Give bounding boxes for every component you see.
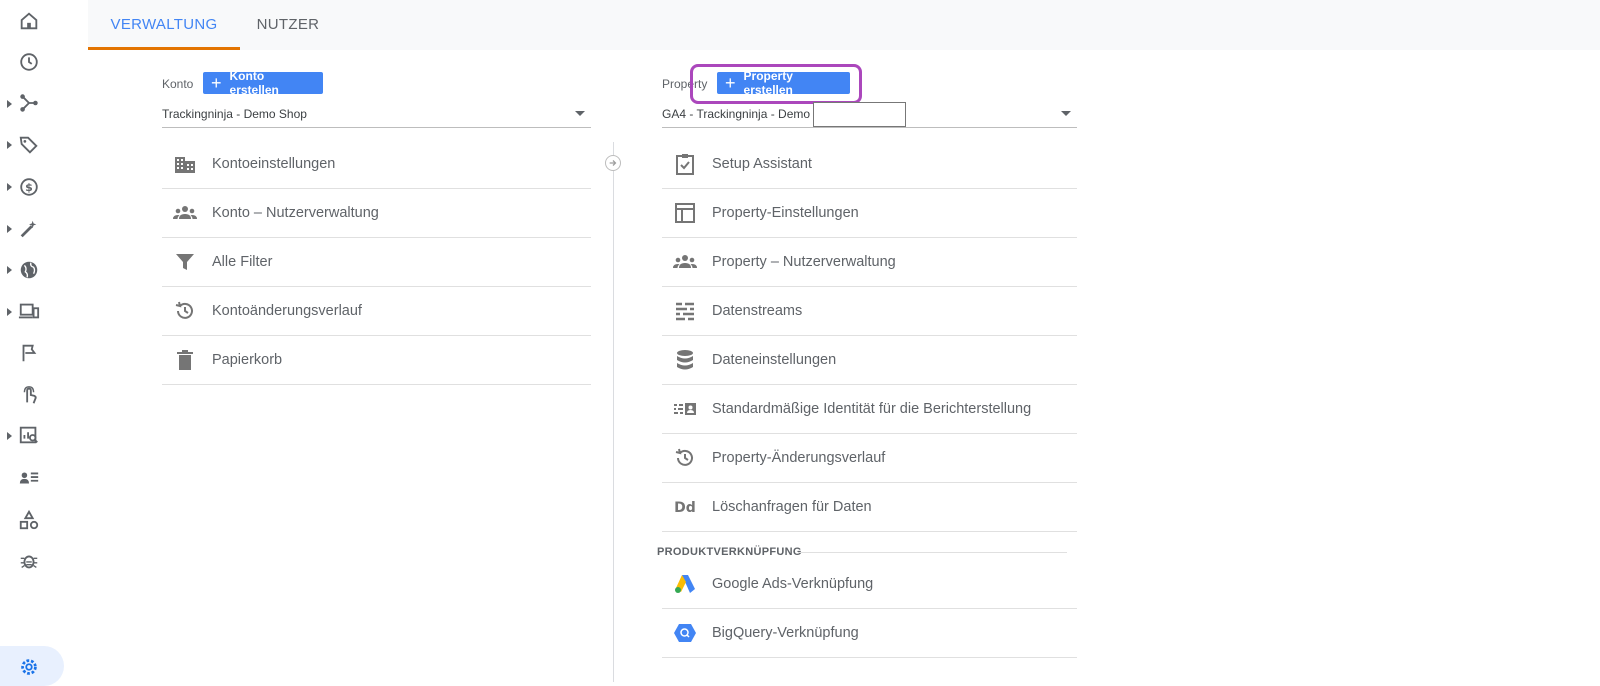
tab-nutzer[interactable]: NUTZER — [240, 0, 336, 50]
admin-content: Konto + Konto erstellen Trackingninja - … — [88, 50, 1600, 682]
menu-item-datenstreams[interactable]: Datenstreams — [662, 287, 1077, 336]
identity-icon — [670, 397, 700, 421]
menu-item-bigquery-verknuepfung[interactable]: BigQuery-Verknüpfung — [662, 609, 1077, 658]
menu-item-setup-assistant[interactable]: Setup Assistant — [662, 140, 1077, 189]
caret-right-icon[interactable] — [7, 100, 12, 108]
arrow-right-icon — [605, 155, 621, 171]
clipboard-check-icon — [670, 152, 700, 176]
account-selector[interactable]: Trackingninja - Demo Shop — [162, 101, 591, 128]
caret-right-icon[interactable] — [7, 266, 12, 274]
tag-icon[interactable] — [18, 134, 42, 158]
section-heading-produktverknuepfung: PRODUKTVERKNÜPFUNG — [657, 546, 802, 558]
plus-icon: + — [211, 73, 222, 93]
tab-verwaltung[interactable]: VERWALTUNG — [88, 0, 240, 50]
section-divider — [798, 552, 1067, 553]
clock-icon[interactable] — [18, 51, 42, 75]
magic-wand-icon[interactable] — [18, 218, 42, 242]
menu-item-label: Papierkorb — [212, 352, 283, 368]
caret-right-icon[interactable] — [7, 308, 12, 316]
touch-icon[interactable] — [18, 384, 42, 408]
menu-item-kontoeinstellungen[interactable]: Kontoeinstellungen — [162, 140, 591, 189]
account-selector-value: Trackingninja - Demo Shop — [162, 107, 307, 121]
menu-item-google-ads-verknuepfung[interactable]: Google Ads-Verknüpfung — [662, 560, 1077, 609]
menu-item-label: Datenstreams — [712, 303, 803, 319]
menu-item-label: Dateneinstellungen — [712, 352, 837, 368]
shapes-icon[interactable] — [18, 509, 42, 533]
dropdown-arrow-icon — [1061, 111, 1071, 116]
menu-item-label: Setup Assistant — [712, 156, 812, 172]
overlay-box — [813, 102, 906, 127]
side-navigation: $ — [0, 0, 88, 686]
menu-item-alle-filter[interactable]: Alle Filter — [162, 238, 591, 287]
streams-icon — [670, 299, 700, 323]
menu-item-label: BigQuery-Verknüpfung — [712, 625, 859, 641]
layout-icon — [670, 201, 700, 225]
menu-item-property-nutzerverwaltung[interactable]: Property – Nutzerverwaltung — [662, 238, 1077, 287]
caret-right-icon[interactable] — [7, 141, 12, 149]
menu-item-label: Alle Filter — [212, 254, 273, 270]
menu-item-label: Google Ads-Verknüpfung — [712, 576, 874, 592]
filter-icon — [170, 250, 200, 274]
caret-right-icon[interactable] — [7, 432, 12, 440]
account-column-label: Konto — [162, 77, 194, 91]
menu-item-label: Konto – Nutzerverwaltung — [212, 205, 379, 221]
svg-text:$: $ — [25, 181, 33, 194]
devices-icon[interactable] — [18, 300, 42, 324]
dd-icon: Dd — [670, 495, 700, 519]
svg-text:Dd: Dd — [674, 500, 696, 516]
google-ads-icon — [670, 572, 700, 596]
bug-icon[interactable] — [18, 550, 42, 574]
bigquery-icon — [670, 621, 700, 645]
menu-item-papierkorb[interactable]: Papierkorb — [162, 336, 591, 385]
admin-tab-bar: VERWALTUNG NUTZER — [88, 0, 1600, 50]
people-icon — [170, 201, 200, 225]
home-icon[interactable] — [18, 10, 42, 34]
history-icon — [670, 446, 700, 470]
menu-item-label: Property – Nutzerverwaltung — [712, 254, 896, 270]
flag-icon[interactable] — [18, 342, 42, 366]
trash-icon — [170, 348, 200, 372]
caret-right-icon[interactable] — [7, 225, 12, 233]
menu-item-label: Kontoeinstellungen — [212, 156, 336, 172]
building-icon — [170, 152, 200, 176]
menu-item-label: Löschanfragen für Daten — [712, 499, 872, 515]
menu-item-label: Standardmäßige Identität für die Bericht… — [712, 401, 1032, 417]
report-search-icon[interactable] — [18, 424, 42, 448]
menu-item-standard-identitaet[interactable]: Standardmäßige Identität für die Bericht… — [662, 385, 1077, 434]
caret-right-icon[interactable] — [7, 183, 12, 191]
dollar-icon[interactable]: $ — [18, 176, 42, 200]
database-icon — [670, 348, 700, 372]
menu-item-label: Property-Änderungsverlauf — [712, 450, 886, 466]
settings-icon[interactable] — [18, 656, 42, 680]
menu-item-dateneinstellungen[interactable]: Dateneinstellungen — [662, 336, 1077, 385]
user-list-icon[interactable] — [18, 467, 42, 491]
menu-item-loeschanfragen[interactable]: Dd Löschanfragen für Daten — [662, 483, 1077, 532]
history-icon — [170, 299, 200, 323]
column-divider — [613, 142, 614, 682]
dropdown-arrow-icon — [575, 111, 585, 116]
acquisition-icon[interactable] — [18, 92, 42, 116]
menu-item-property-einstellungen[interactable]: Property-Einstellungen — [662, 189, 1077, 238]
globe-icon[interactable] — [18, 259, 42, 283]
menu-item-label: Property-Einstellungen — [712, 205, 859, 221]
people-icon — [670, 250, 700, 274]
menu-item-property-aenderungsverlauf[interactable]: Property-Änderungsverlauf — [662, 434, 1077, 483]
menu-item-konto-nutzerverwaltung[interactable]: Konto – Nutzerverwaltung — [162, 189, 591, 238]
menu-item-label: Kontoänderungsverlauf — [212, 303, 362, 319]
annotation-highlight — [690, 64, 862, 104]
create-account-button[interactable]: + Konto erstellen — [203, 69, 323, 97]
create-account-button-label: Konto erstellen — [229, 69, 279, 97]
menu-item-kontoaenderungsverlauf[interactable]: Kontoänderungsverlauf — [162, 287, 591, 336]
